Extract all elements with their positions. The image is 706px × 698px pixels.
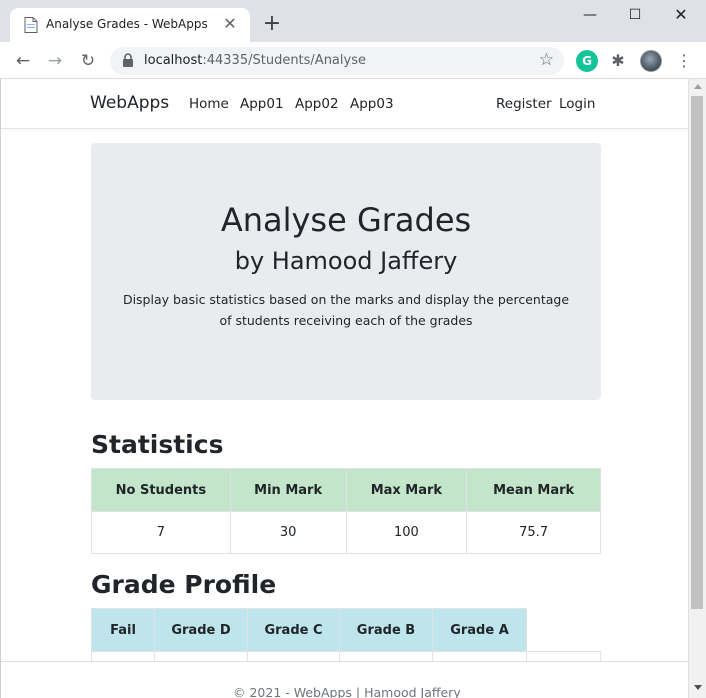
header-max-mark: Max Mark: [345, 468, 468, 512]
url-text[interactable]: localhost:44335/Students/Analyse: [144, 53, 366, 68]
forward-icon[interactable]: →: [43, 49, 67, 73]
extensions-icon[interactable]: ✱: [607, 50, 629, 72]
table-header-row: No Students Min Mark Max Mark Mean Mark: [91, 468, 601, 512]
footer-text: © 2021 - WebApps | Hamood Jaffery: [233, 685, 461, 698]
page-subtitle: by Hamood Jaffery: [234, 247, 458, 275]
url-host: localhost: [144, 53, 203, 68]
nav-app01[interactable]: App01: [240, 96, 284, 112]
browser-toolbar: ← → ↻ localhost:44335/Students/Analyse ☆…: [0, 42, 706, 79]
browser-menu-icon[interactable]: ⋮: [673, 50, 695, 72]
header-fail: Fail: [91, 608, 155, 652]
cell-min-mark: 30: [229, 511, 347, 554]
header-grade-b: Grade B: [339, 608, 433, 652]
cell-max-mark: 100: [345, 511, 468, 554]
header-grade-a: Grade A: [432, 608, 527, 652]
header-no-students: No Students: [91, 468, 231, 512]
tab-close-icon[interactable]: ✕: [220, 13, 240, 35]
page-viewport: WebApps Home App01 App02 App03 Register …: [0, 79, 706, 698]
window-close-icon[interactable]: ✕: [659, 2, 703, 28]
table-row: 7 30 100 75.7: [91, 511, 601, 554]
nav-register[interactable]: Register: [496, 96, 552, 112]
scroll-up-icon[interactable]: [694, 84, 702, 89]
new-tab-icon[interactable]: +: [260, 12, 284, 36]
url-path: :44335/Students/Analyse: [202, 53, 366, 68]
cell-mean-mark: 75.7: [466, 511, 601, 554]
nav-login[interactable]: Login: [559, 96, 595, 112]
cell-no-students: 7: [91, 511, 231, 554]
lock-icon[interactable]: [122, 53, 134, 68]
scroll-thumb[interactable]: [691, 96, 703, 609]
table-header-row: Fail Grade D Grade C Grade B Grade A: [91, 608, 601, 652]
browser-titlebar: Analyse Grades - WebApps ✕ + — ☐ ✕: [0, 0, 706, 42]
header-empty: [527, 609, 601, 652]
page-icon: [24, 17, 38, 33]
bookmark-star-icon[interactable]: ☆: [539, 50, 554, 70]
site-navbar: WebApps Home App01 App02 App03 Register …: [1, 79, 689, 129]
browser-tab[interactable]: Analyse Grades - WebApps ✕: [10, 8, 250, 42]
header-mean-mark: Mean Mark: [466, 468, 601, 512]
back-icon[interactable]: ←: [11, 49, 35, 73]
page-title: Analyse Grades: [220, 201, 472, 239]
tab-title: Analyse Grades - WebApps: [46, 17, 208, 31]
page-description: Display basic statistics based on the ma…: [122, 292, 570, 328]
statistics-table: No Students Min Mark Max Mark Mean Mark …: [91, 468, 601, 554]
statistics-heading: Statistics: [91, 430, 224, 459]
maximize-icon[interactable]: ☐: [613, 2, 657, 28]
reload-icon[interactable]: ↻: [76, 49, 100, 73]
header-grade-d: Grade D: [154, 608, 248, 652]
header-grade-c: Grade C: [247, 608, 340, 652]
hero-banner: Analyse Grades by Hamood Jaffery Display…: [91, 143, 601, 400]
nav-home[interactable]: Home: [189, 96, 229, 112]
header-min-mark: Min Mark: [229, 468, 347, 512]
page-scrollbar[interactable]: [688, 79, 706, 698]
nav-app02[interactable]: App02: [295, 96, 339, 112]
minimize-icon[interactable]: —: [568, 2, 612, 28]
address-bar[interactable]: localhost:44335/Students/Analyse ☆: [110, 47, 564, 75]
scroll-down-icon[interactable]: [694, 685, 702, 690]
page-footer: © 2021 - WebApps | Hamood Jaffery: [1, 661, 689, 698]
grammarly-icon[interactable]: G: [576, 50, 598, 72]
grade-profile-heading: Grade Profile: [91, 570, 277, 599]
profile-avatar[interactable]: [640, 50, 662, 72]
brand-link[interactable]: WebApps: [90, 93, 169, 113]
nav-app03[interactable]: App03: [350, 96, 394, 112]
